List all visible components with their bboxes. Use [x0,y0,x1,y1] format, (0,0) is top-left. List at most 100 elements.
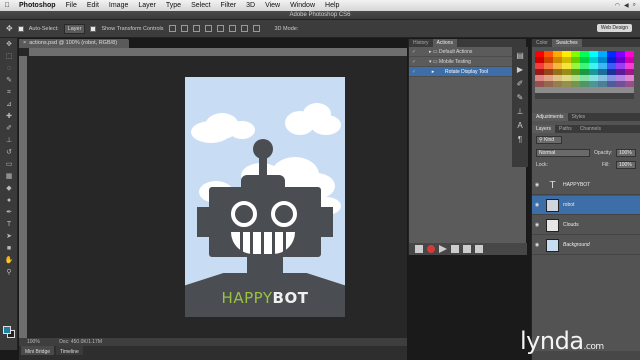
menu-window[interactable]: Window [285,2,320,9]
menu-image[interactable]: Image [104,2,133,9]
opacity-field[interactable]: 100% [616,149,636,157]
tab-timeline[interactable]: Timeline [56,346,83,355]
swatch-grid[interactable] [535,51,639,99]
action-set-mobile[interactable]: ✓ ▾ ▭ Mobile Testing [409,57,526,67]
tab-history[interactable]: History [409,39,433,47]
color-swatch[interactable] [625,93,634,99]
actions-icon[interactable]: ▶ [515,65,525,75]
history-brush-tool-icon[interactable]: ↺ [2,147,16,158]
quick-select-tool-icon[interactable]: ✎ [2,75,16,86]
crop-tool-icon[interactable]: ⌗ [2,87,16,98]
color-swatch[interactable] [571,93,580,99]
color-swatch[interactable] [607,93,616,99]
action-set-default[interactable]: ✓ ▸ ▭ Default Actions [409,47,526,57]
brush-tool-icon[interactable]: ✐ [2,123,16,134]
toggle-dialog-icon[interactable] [419,67,429,76]
layer-filter-kind[interactable]: ⚲ Kind [536,136,562,144]
path-select-tool-icon[interactable]: ➤ [2,231,16,242]
menu-view[interactable]: View [260,2,285,9]
eye-icon[interactable]: ◉ [532,242,542,248]
new-set-icon[interactable] [451,245,459,253]
layer-row-clouds[interactable]: ◉ Clouds [532,216,640,235]
distribute-icon[interactable] [240,25,248,32]
menu-file[interactable]: File [61,2,82,9]
eye-icon[interactable]: ◉ [532,222,542,228]
tab-color[interactable]: Color [532,39,552,47]
align-left-icon[interactable] [204,25,212,32]
fill-field[interactable]: 100% [616,161,636,169]
delete-icon[interactable] [475,245,483,253]
eye-icon[interactable]: ◉ [532,202,542,208]
brush-icon[interactable]: ✐ [515,79,525,89]
document-tab[interactable]: × actions.psd @ 100% (robot, RGB/8) [19,39,129,48]
brush-presets-icon[interactable]: ✎ [515,93,525,103]
dodge-tool-icon[interactable]: ● [2,195,16,206]
volume-icon[interactable]: ◀ [624,2,629,9]
tab-channels[interactable]: Channels [576,125,605,133]
menu-select[interactable]: Select [186,2,215,9]
clone-source-icon[interactable]: ⊥ [515,107,525,117]
menu-layer[interactable]: Layer [133,2,161,9]
gradient-tool-icon[interactable]: ▦ [2,171,16,182]
blur-tool-icon[interactable]: ◆ [2,183,16,194]
tab-layers[interactable]: Layers [532,125,556,133]
shape-tool-icon[interactable]: ■ [2,243,16,254]
tab-swatches[interactable]: Swatches [551,39,582,47]
move-tool-icon[interactable]: ✥ [2,39,16,50]
check-icon[interactable]: ✓ [409,67,419,76]
toggle-dialog-icon[interactable] [419,57,429,66]
wifi-icon[interactable]: ◠ [615,2,620,9]
workspace-switcher[interactable]: Web Design [596,24,632,32]
tab-mini-bridge[interactable]: Mini Bridge [21,346,55,355]
stamp-tool-icon[interactable]: ⊥ [2,135,16,146]
tab-paths[interactable]: Paths [555,125,576,133]
foreground-color-swatch[interactable] [3,326,11,334]
distribute-h-icon[interactable] [252,25,260,32]
eye-icon[interactable]: ◉ [532,182,542,188]
transform-controls-checkbox[interactable] [90,25,97,32]
menu-edit[interactable]: Edit [82,2,104,9]
new-action-icon[interactable] [463,245,471,253]
paragraph-icon[interactable]: ¶ [515,135,525,145]
character-icon[interactable]: A [515,121,525,131]
eraser-tool-icon[interactable]: ▭ [2,159,16,170]
pen-tool-icon[interactable]: ✒ [2,207,16,218]
menu-3d[interactable]: 3D [241,2,260,9]
stop-icon[interactable] [415,245,423,253]
zoom-level[interactable]: 100% [27,339,40,345]
eyedropper-tool-icon[interactable]: ⊿ [2,99,16,110]
color-swatch[interactable] [562,93,571,99]
layer-row-robot[interactable]: ◉ robot [532,196,640,215]
color-swatch[interactable] [544,93,553,99]
hand-tool-icon[interactable]: ✋ [2,255,16,266]
record-icon[interactable] [427,245,435,253]
color-swatch[interactable] [580,93,589,99]
apple-icon[interactable]:  [0,2,14,9]
align-top-icon[interactable] [168,25,176,32]
tab-actions[interactable]: Actions [432,39,457,47]
menu-app[interactable]: Photoshop [14,2,61,9]
action-item-rotate[interactable]: ✓ ▸ Rotate Display Tool [409,67,526,77]
type-tool-icon[interactable]: T [2,219,16,230]
menu-help[interactable]: Help [320,2,344,9]
auto-select-checkbox[interactable] [17,25,24,32]
blend-mode-dropdown[interactable]: Normal [536,149,590,157]
tab-styles[interactable]: Styles [568,113,590,121]
align-bottom-icon[interactable] [192,25,200,32]
marquee-tool-icon[interactable]: ⬚ [2,51,16,62]
play-icon[interactable] [439,245,447,253]
color-swatch[interactable] [589,93,598,99]
layer-row-background[interactable]: ◉ Background [532,236,640,255]
check-icon[interactable]: ✓ [409,47,419,56]
align-middle-icon[interactable] [180,25,188,32]
auto-select-dropdown[interactable]: Layer [63,23,86,34]
canvas-artwork[interactable]: HAPPYBOT [185,77,345,317]
menu-filter[interactable]: Filter [216,2,242,9]
align-right-icon[interactable] [228,25,236,32]
color-swatch[interactable] [598,93,607,99]
check-icon[interactable]: ✓ [409,57,419,66]
close-icon[interactable]: × [23,40,26,46]
color-swatch[interactable] [535,93,544,99]
color-swatch[interactable] [553,93,562,99]
spotlight-icon[interactable]: ⌕ [633,2,636,9]
